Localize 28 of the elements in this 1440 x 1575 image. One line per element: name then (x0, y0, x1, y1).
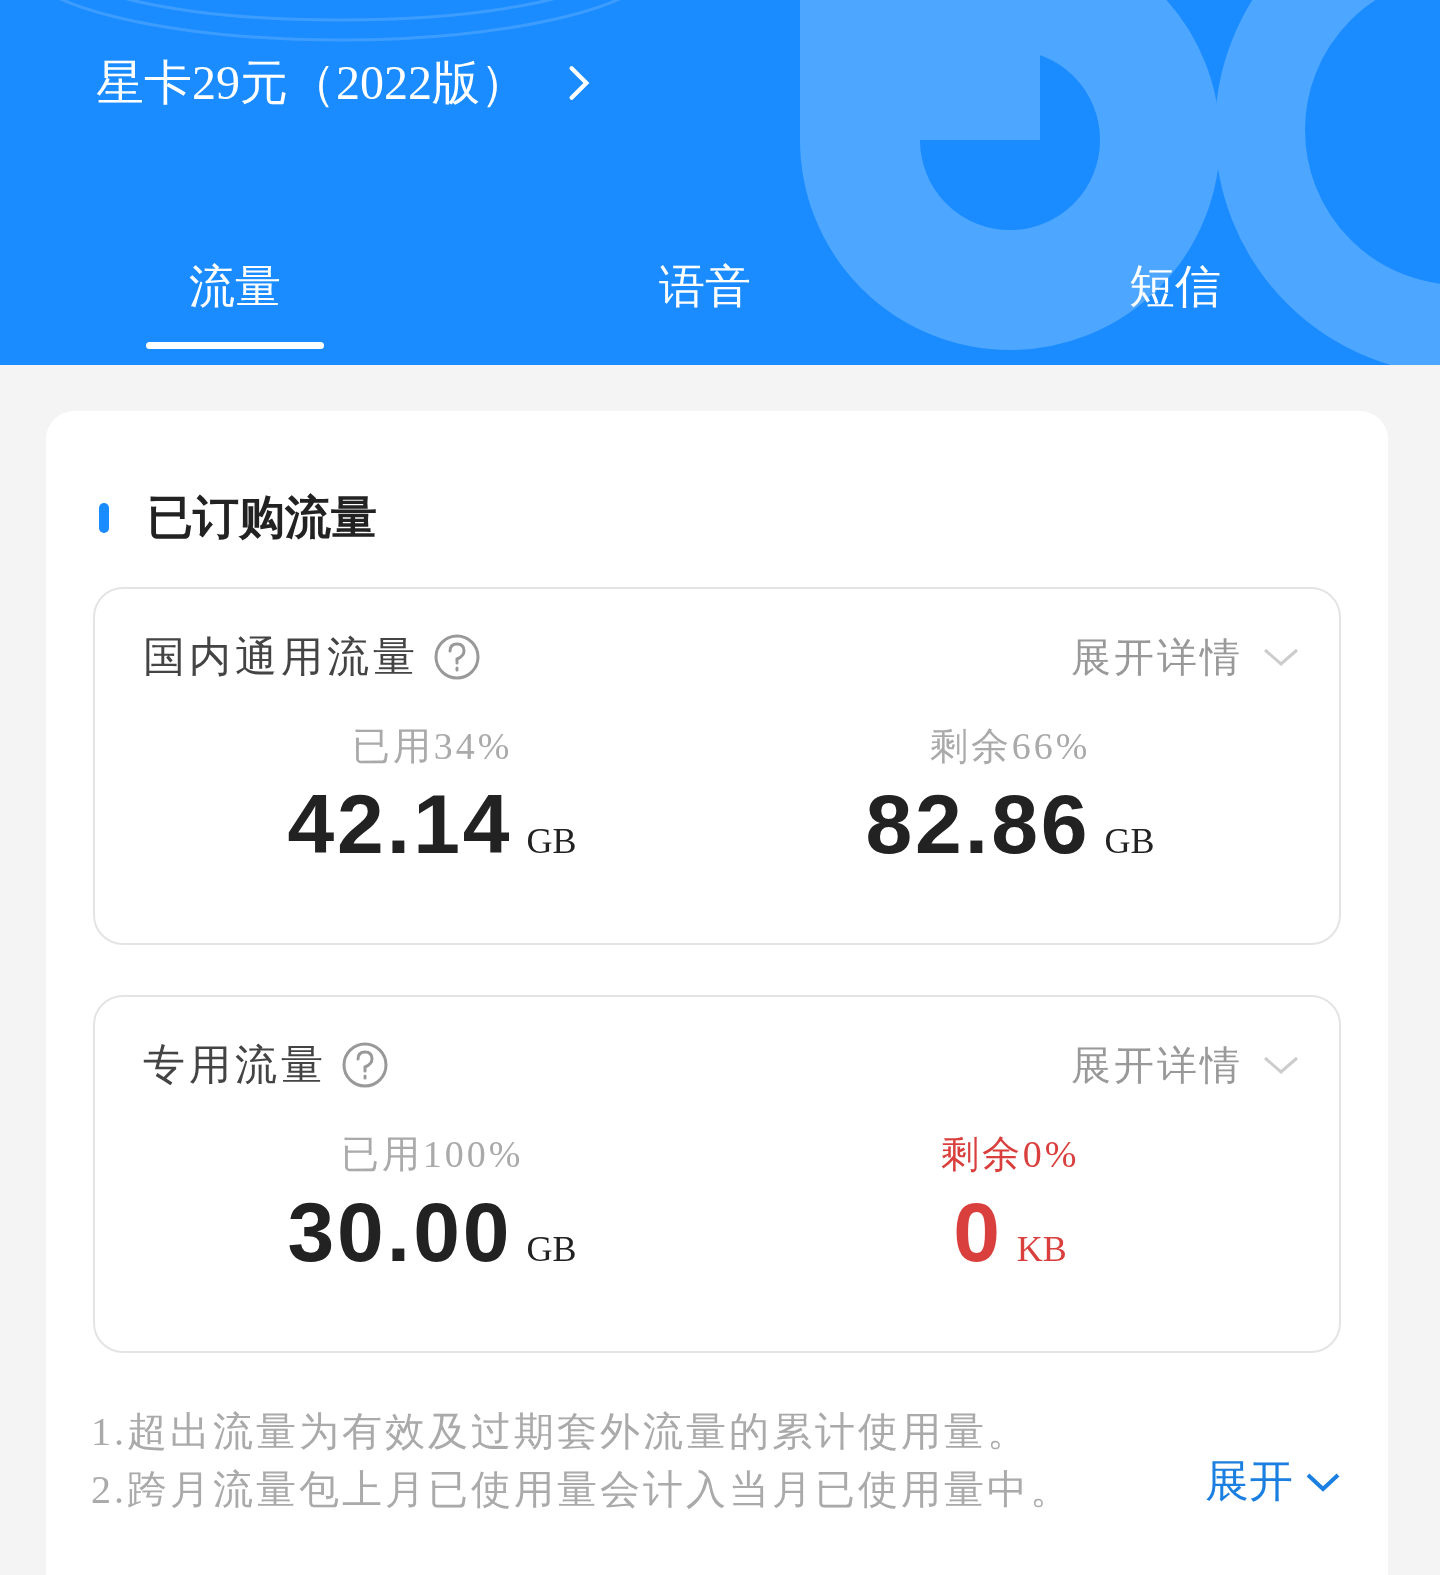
remaining-value: 0 (953, 1184, 1003, 1281)
note-text: 1.超出流量为有效及过期套外流量的累计使用量。 (91, 1408, 1031, 1456)
usage-name: 国内通用流量 (143, 633, 419, 682)
remaining-label: 剩余0% (940, 1132, 1080, 1177)
remaining-value: 82.86 (865, 776, 1091, 873)
remaining-unit: KB (1016, 1228, 1067, 1270)
details-link[interactable]: 展开详情 (1071, 1037, 1243, 1093)
used-value: 30.00 (287, 1184, 513, 1281)
used-value: 42.14 (287, 776, 513, 873)
used-label: 已用34% (351, 724, 513, 769)
tab[interactable]: 短信 (940, 256, 1410, 356)
help-icon[interactable] (341, 1041, 389, 1089)
help-icon[interactable] (433, 633, 481, 681)
section-marker (99, 503, 109, 533)
remaining-unit: GB (1104, 820, 1155, 862)
used-unit: GB (526, 820, 577, 862)
tab[interactable]: 语音 (470, 256, 940, 356)
used-label: 已用100% (340, 1132, 524, 1177)
expand-link[interactable]: 展开 (1205, 1452, 1293, 1511)
usage-name: 专用流量 (143, 1041, 327, 1090)
remaining-label: 剩余66% (929, 724, 1091, 769)
section-title: 已订购流量 (147, 491, 377, 545)
note-text: 2.跨月流量包上月已使用量会计入当月已使用量中。 (91, 1466, 1074, 1514)
plan-title[interactable]: 星卡29元（2022版） (96, 51, 528, 115)
chevron-right-icon[interactable] (568, 65, 590, 101)
details-link[interactable]: 展开详情 (1071, 629, 1243, 685)
tab[interactable]: 流量 (0, 256, 470, 356)
used-unit: GB (526, 1228, 577, 1270)
